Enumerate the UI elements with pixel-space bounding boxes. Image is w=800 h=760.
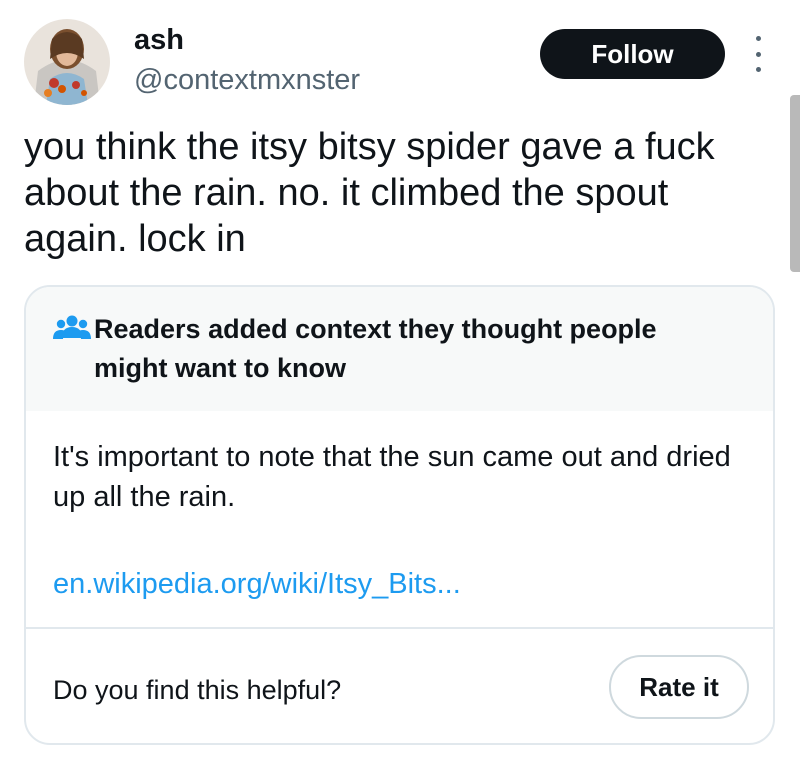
avatar-image — [24, 19, 110, 105]
author-handle[interactable]: @contextmxnster — [134, 62, 360, 98]
divider — [26, 627, 773, 629]
helpful-question: Do you find this helpful? — [53, 675, 342, 705]
people-icon — [53, 315, 91, 339]
more-dot — [755, 51, 761, 57]
community-note: Readers added context they thought peopl… — [24, 285, 775, 745]
author-display-name[interactable]: ash — [134, 22, 184, 58]
avatar[interactable] — [24, 19, 110, 105]
follow-button[interactable]: Follow — [540, 29, 725, 79]
tweet-view: ash @contextmxnster Follow you think the… — [0, 0, 800, 760]
more-dot — [755, 67, 761, 72]
tweet-text: you think the itsy bitsy spider gave a f… — [24, 126, 715, 260]
community-note-header: Readers added context they thought peopl… — [26, 287, 773, 411]
community-note-title: Readers added context they thought peopl… — [94, 314, 657, 383]
community-note-body: It's important to note that the sun came… — [53, 441, 731, 513]
more-options-icon[interactable] — [748, 36, 768, 72]
scrollbar-thumb[interactable] — [790, 95, 800, 272]
rate-it-button[interactable]: Rate it — [609, 655, 749, 719]
community-note-source-link[interactable]: en.wikipedia.org/wiki/Itsy_Bits... — [53, 564, 461, 604]
more-dot — [755, 36, 761, 41]
